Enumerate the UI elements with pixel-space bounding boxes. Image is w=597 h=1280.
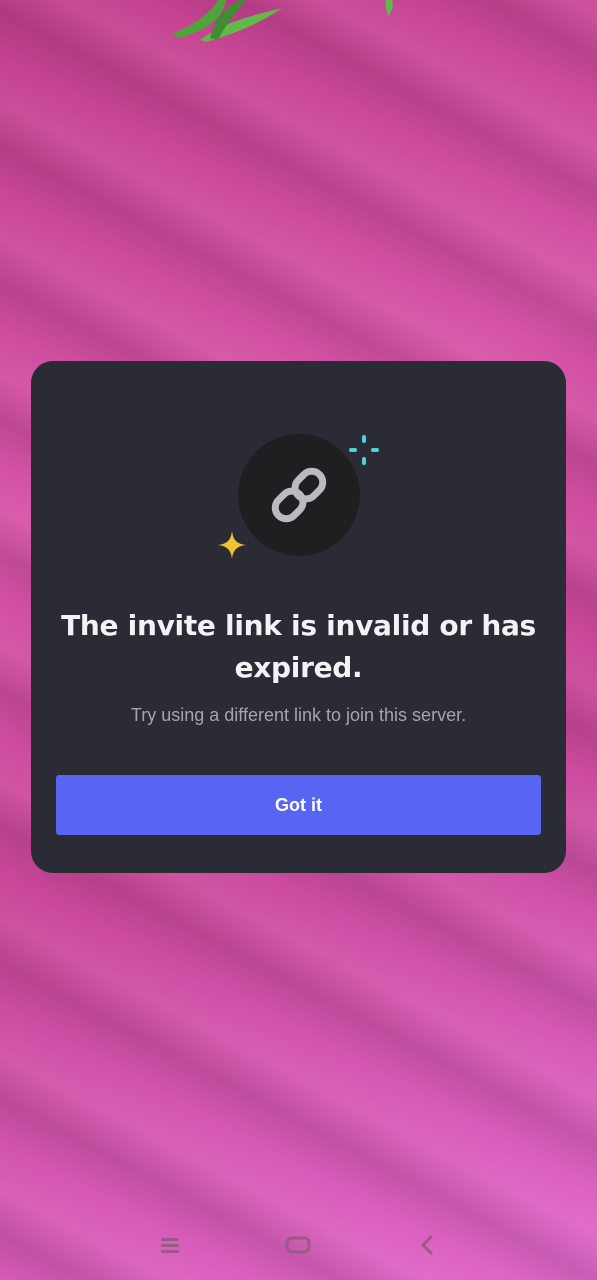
back-icon (421, 1235, 433, 1255)
back-button[interactable] (407, 1228, 447, 1262)
home-button[interactable] (278, 1228, 318, 1262)
dialog-title: The invite link is invalid or has expire… (61, 609, 536, 684)
got-it-button[interactable]: Got it (56, 775, 541, 835)
plant-decoration (172, 0, 393, 42)
system-navigation-bar (0, 1210, 597, 1280)
invalid-invite-dialog: The invite link is invalid or has expire… (31, 361, 566, 873)
recent-apps-icon (161, 1238, 179, 1253)
recent-apps-button[interactable] (150, 1228, 190, 1262)
home-icon (285, 1236, 311, 1254)
dialog-subtitle: Try using a different link to join this … (130, 705, 467, 725)
sparkle-teal-icon (349, 435, 379, 465)
sparkle-yellow-icon (218, 531, 246, 559)
link-icon (271, 467, 327, 523)
link-icon-container (238, 434, 360, 556)
